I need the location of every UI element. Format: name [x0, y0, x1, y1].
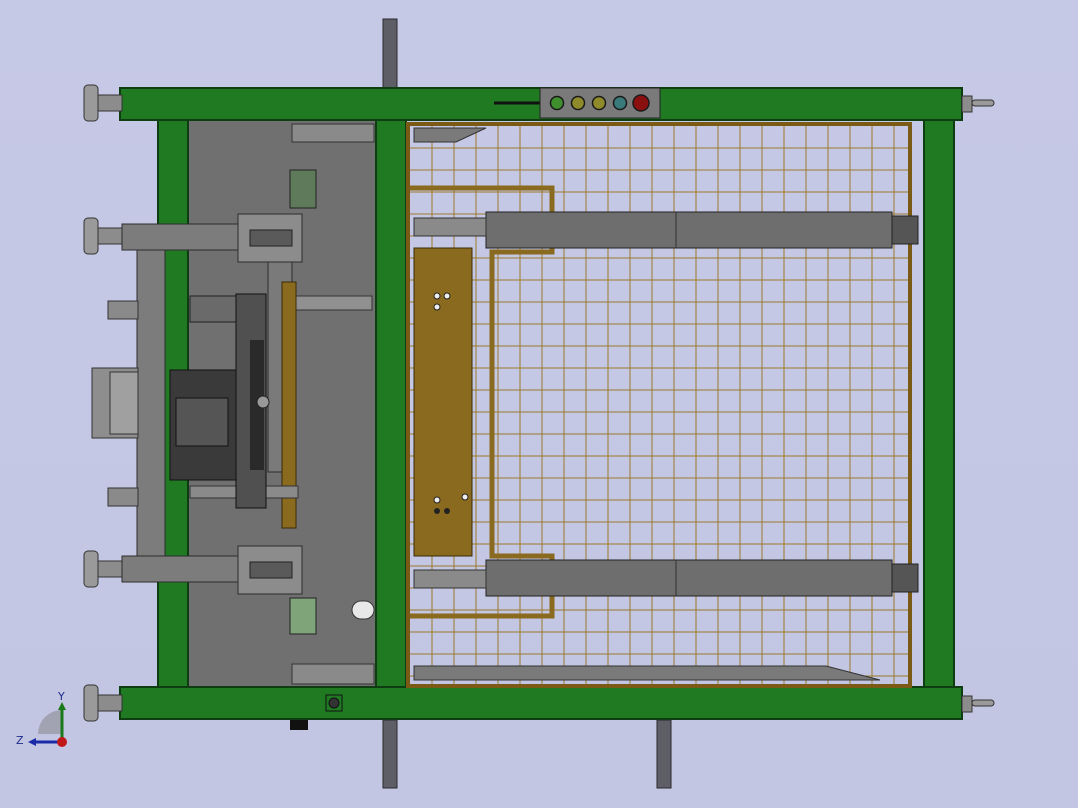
amber-lamp-1[interactable]	[570, 95, 586, 111]
ramp-top	[413, 127, 487, 143]
fence-mesh	[410, 126, 908, 684]
leveling-foot-bottom-right	[961, 695, 995, 713]
green-lamp[interactable]	[549, 95, 565, 111]
sensor-box-bottom	[289, 597, 317, 635]
ramp-bottom	[413, 665, 881, 681]
orientation-triad[interactable]: Y Z	[16, 690, 67, 747]
guide-post-top	[382, 18, 398, 92]
carriage-plate	[413, 247, 473, 557]
leveling-foot-top-left	[83, 84, 123, 122]
red-lamp[interactable]	[632, 94, 650, 112]
cad-model-view[interactable]: Y Z	[0, 0, 1078, 808]
guide-post-bottom-left	[382, 719, 398, 789]
pneumatic-cylinder-top	[413, 211, 919, 249]
clamp-block-bottom	[237, 545, 303, 595]
leveling-foot-bottom-left	[83, 684, 123, 722]
safety-fence	[406, 122, 912, 688]
amber-lamp-2[interactable]	[591, 95, 607, 111]
leveling-foot-lower-left	[83, 550, 123, 588]
guide-post-bottom-right	[656, 719, 672, 789]
graphics-viewport[interactable]: Y Z	[0, 0, 1078, 808]
leveling-foot-upper-left	[83, 217, 123, 255]
triad-y-label: Y	[57, 690, 65, 703]
leveling-foot-top-right	[961, 95, 995, 113]
pneumatic-cylinder-bottom	[413, 559, 919, 597]
sensor-box-top	[289, 169, 317, 209]
x-axis-dot	[57, 737, 67, 747]
cyan-lamp[interactable]	[612, 95, 628, 111]
triad-z-label: Z	[16, 734, 24, 747]
